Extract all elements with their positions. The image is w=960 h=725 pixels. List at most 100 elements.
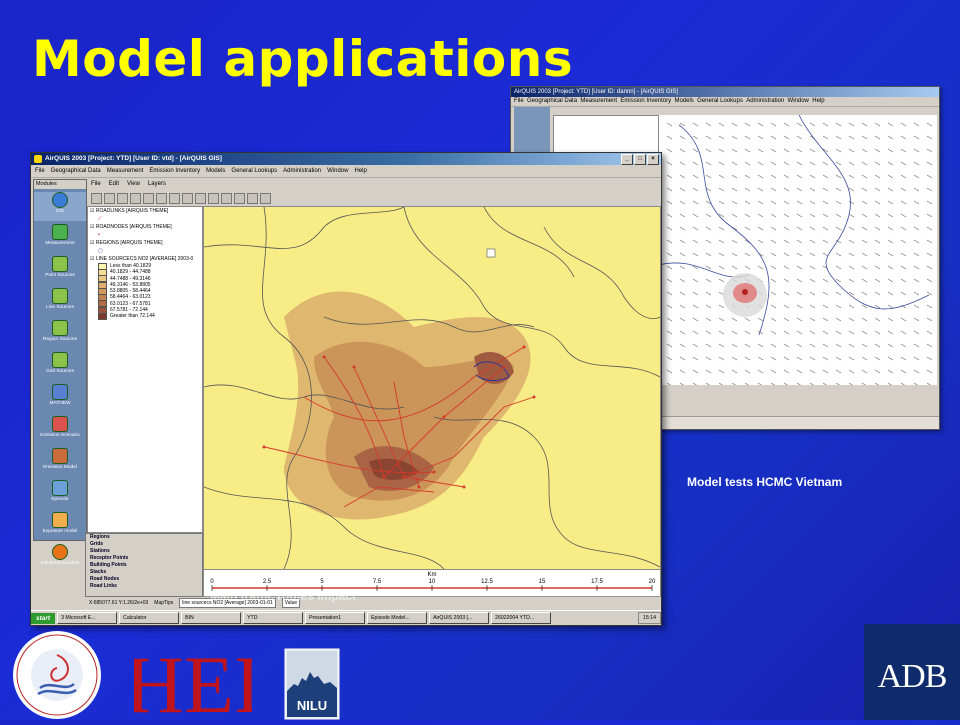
theme-roadnodes[interactable]: ☑ ROADNODES [AIRQUIS THEME]: [88, 223, 202, 231]
inner-menu-layers[interactable]: Layers: [148, 179, 166, 190]
list-item[interactable]: Road Nodes: [86, 576, 202, 583]
wind-arrow: [861, 148, 868, 153]
gis-inner-menubar[interactable]: File Edit View Layers: [87, 179, 661, 190]
close-button[interactable]: ×: [647, 154, 659, 165]
taskbar-item[interactable]: Presentation1: [305, 612, 366, 624]
info-icon[interactable]: [221, 192, 232, 204]
module-measurement[interactable]: Measurement: [34, 224, 86, 253]
wind-arrow: [874, 369, 881, 374]
taskbar-item[interactable]: Episode Model...: [367, 612, 428, 624]
module-industrial-accident[interactable]: Industrial Accident: [34, 544, 86, 573]
measure-icon[interactable]: [234, 192, 245, 204]
scale-tick-label: 12.5: [481, 579, 493, 585]
taskbar-item[interactable]: 3 Microsoft E...: [57, 612, 118, 624]
themes-panel[interactable]: ☑ ROADLINKS [AIRQUIS THEME] ⟋ ☑ ROADNODE…: [87, 206, 203, 533]
select-icon[interactable]: [169, 192, 180, 204]
pan-icon[interactable]: [208, 192, 219, 204]
start-button[interactable]: start: [31, 612, 56, 624]
main-menubar[interactable]: File Geographical Data Measurement Emiss…: [31, 165, 661, 178]
menu-measurement[interactable]: Measurement: [107, 165, 144, 177]
module-mathew[interactable]: MATHEW: [34, 384, 86, 413]
object-list-panel[interactable]: Regions Grids Stations Receptor Points B…: [85, 533, 203, 597]
hcmc-wind-field-map[interactable]: [658, 114, 937, 387]
wind-arrow: [796, 226, 803, 231]
hcmc-window-menubar[interactable]: File Geographical Data Measurement Emiss…: [511, 97, 939, 107]
wind-arrow: [718, 161, 725, 166]
menu-emission-inventory[interactable]: Emission Inventory: [149, 165, 200, 177]
wind-arrow: [796, 135, 803, 140]
taskbar-item[interactable]: BIN: [181, 612, 242, 624]
inner-menu-file[interactable]: File: [91, 179, 101, 190]
wind-arrow: [926, 252, 933, 257]
wind-arrow: [705, 317, 712, 322]
airquis-window[interactable]: AirQUIS 2003 [Project: YTD] [User ID: vt…: [30, 152, 662, 626]
list-item[interactable]: Regions: [86, 534, 202, 541]
list-item[interactable]: Stations: [86, 548, 202, 555]
theme-roadnodes-symbol: •: [98, 232, 100, 238]
label-icon[interactable]: [247, 192, 258, 204]
zoom-in-icon[interactable]: [182, 192, 193, 204]
minimize-button[interactable]: _: [621, 154, 633, 165]
wind-arrow: [900, 135, 907, 140]
module-exposure-model[interactable]: Exposure model: [34, 512, 86, 541]
adb-logo-text: ADB: [877, 658, 948, 695]
episode-icon: [52, 480, 68, 496]
wind-arrow: [900, 252, 907, 257]
wind-arrow: [679, 226, 686, 231]
wind-arrow: [666, 356, 673, 361]
list-item[interactable]: Road Links: [86, 583, 202, 590]
zoom-out-icon[interactable]: [195, 192, 206, 204]
module-episode[interactable]: Episode: [34, 480, 86, 509]
inner-menu-view[interactable]: View: [127, 179, 140, 190]
theme-regions[interactable]: ☑ REGIONS [AIRQUIS THEME]: [88, 239, 202, 247]
module-region-sources[interactable]: Region Sources: [34, 320, 86, 349]
paste-icon[interactable]: [156, 192, 167, 204]
taskbar-item[interactable]: YTD: [243, 612, 304, 624]
module-gis[interactable]: GIS: [34, 192, 86, 221]
taskbar-item[interactable]: 26022004 YTD...: [491, 612, 552, 624]
maximize-button[interactable]: □: [634, 154, 646, 165]
menu-general-lookups[interactable]: General Lookups: [231, 165, 277, 177]
wind-arrow: [718, 174, 725, 179]
module-grid-sources[interactable]: Grid Sources: [34, 352, 86, 381]
windows-taskbar[interactable]: start 3 Microsoft E... Calculator BIN YT…: [31, 610, 661, 625]
layer-icon[interactable]: [117, 192, 128, 204]
list-item[interactable]: Receptor Points: [86, 555, 202, 562]
module-point-sources[interactable]: Point Sources: [34, 256, 86, 285]
hcmc-window-titlebar[interactable]: AirQUIS 2003 [Project: YTD] [User ID: da…: [511, 87, 939, 97]
no2-concentration-map[interactable]: [203, 206, 661, 570]
theme-roadlinks[interactable]: ☑ ROADLINKS [AIRQUIS THEME]: [88, 207, 202, 215]
taskbar-item[interactable]: Calculator: [119, 612, 180, 624]
airquis-titlebar[interactable]: AirQUIS 2003 [Project: YTD] [User ID: vt…: [31, 153, 661, 165]
list-item[interactable]: Grids: [86, 541, 202, 548]
module-emission-scenario[interactable]: Emission Scenario: [34, 416, 86, 445]
wind-arrow: [861, 122, 868, 127]
menu-window[interactable]: Window: [327, 165, 348, 177]
wind-arrow: [848, 369, 855, 374]
list-item[interactable]: Stacks: [86, 569, 202, 576]
inner-menu-edit[interactable]: Edit: [109, 179, 119, 190]
modules-panel[interactable]: Modules GIS Measurement Point Sources Li…: [33, 179, 87, 566]
copy-icon[interactable]: [143, 192, 154, 204]
wind-arrow: [666, 226, 673, 231]
menu-models[interactable]: Models: [206, 165, 225, 177]
wind-arrow: [835, 122, 842, 127]
module-line-sources[interactable]: Line Sources: [34, 288, 86, 317]
scale-tick-label: 0: [210, 579, 214, 585]
refresh-icon[interactable]: [260, 192, 271, 204]
menu-file[interactable]: File: [35, 165, 45, 177]
menu-administration[interactable]: Administration: [283, 165, 321, 177]
save-icon[interactable]: [104, 192, 115, 204]
module-emission-model[interactable]: Emission Model: [34, 448, 86, 477]
gis-toolbar[interactable]: [87, 191, 661, 205]
taskbar-item[interactable]: AirQUIS 2003 [...: [429, 612, 490, 624]
wind-arrow: [705, 135, 712, 140]
wind-arrow: [666, 291, 673, 296]
print-icon[interactable]: [130, 192, 141, 204]
hcmc-menu-text[interactable]: File Geographical Data Measurement Emiss…: [514, 97, 825, 106]
open-icon[interactable]: [91, 192, 102, 204]
list-item[interactable]: Building Points: [86, 562, 202, 569]
wind-arrow: [900, 330, 907, 335]
menu-help[interactable]: Help: [354, 165, 366, 177]
menu-geographical-data[interactable]: Geographical Data: [51, 165, 101, 177]
